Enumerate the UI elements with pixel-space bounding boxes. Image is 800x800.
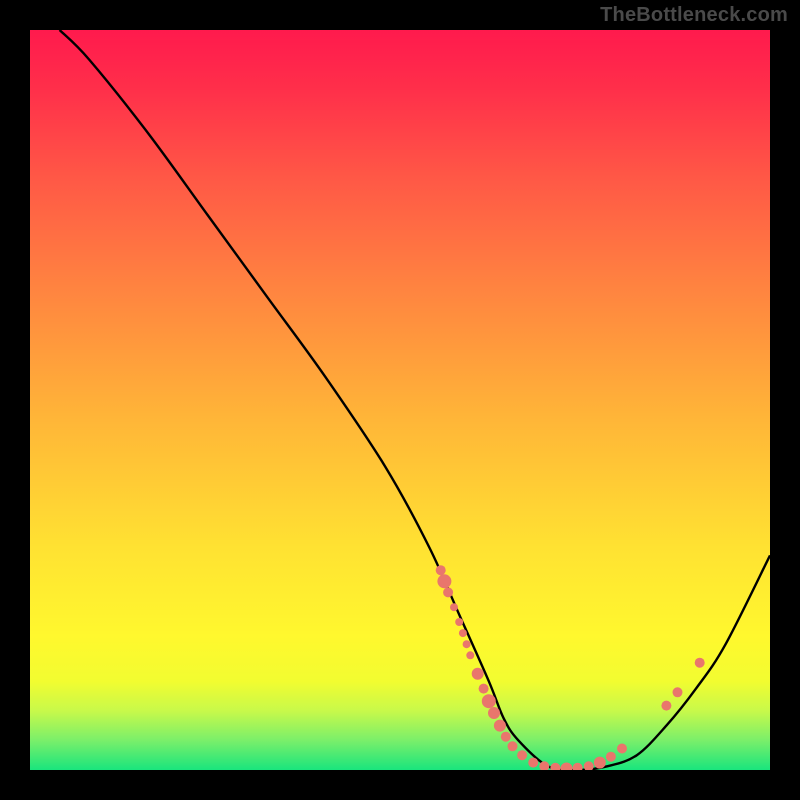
curve-marker bbox=[494, 720, 506, 732]
curve-marker bbox=[528, 758, 538, 768]
curve-marker bbox=[443, 587, 453, 597]
curve-marker bbox=[472, 668, 484, 680]
curve-marker bbox=[661, 701, 671, 711]
curve-marker bbox=[488, 707, 500, 719]
curve-layer bbox=[30, 30, 770, 770]
curve-marker bbox=[437, 574, 451, 588]
curve-marker bbox=[550, 763, 560, 770]
curve-marker bbox=[594, 757, 606, 769]
curve-marker bbox=[463, 640, 471, 648]
curve-marker bbox=[561, 763, 573, 771]
curve-marker bbox=[466, 651, 474, 659]
curve-marker bbox=[436, 565, 446, 575]
curve-marker bbox=[450, 603, 458, 611]
curve-marker bbox=[517, 750, 527, 760]
curve-marker bbox=[584, 761, 594, 770]
curve-marker bbox=[573, 763, 583, 770]
curve-marker bbox=[482, 694, 496, 708]
curve-marker bbox=[479, 684, 489, 694]
curve-marker bbox=[673, 687, 683, 697]
chart-frame: TheBottleneck.com bbox=[0, 0, 800, 800]
watermark-text: TheBottleneck.com bbox=[600, 4, 788, 27]
plot-area bbox=[30, 30, 770, 770]
curve-marker bbox=[501, 732, 511, 742]
curve-marker bbox=[695, 658, 705, 668]
curve-marker bbox=[606, 752, 616, 762]
curve-marker bbox=[455, 618, 463, 626]
bottleneck-curve bbox=[60, 30, 770, 770]
curve-markers bbox=[436, 565, 705, 770]
curve-marker bbox=[459, 629, 467, 637]
curve-marker bbox=[508, 741, 518, 751]
curve-marker bbox=[617, 744, 627, 754]
